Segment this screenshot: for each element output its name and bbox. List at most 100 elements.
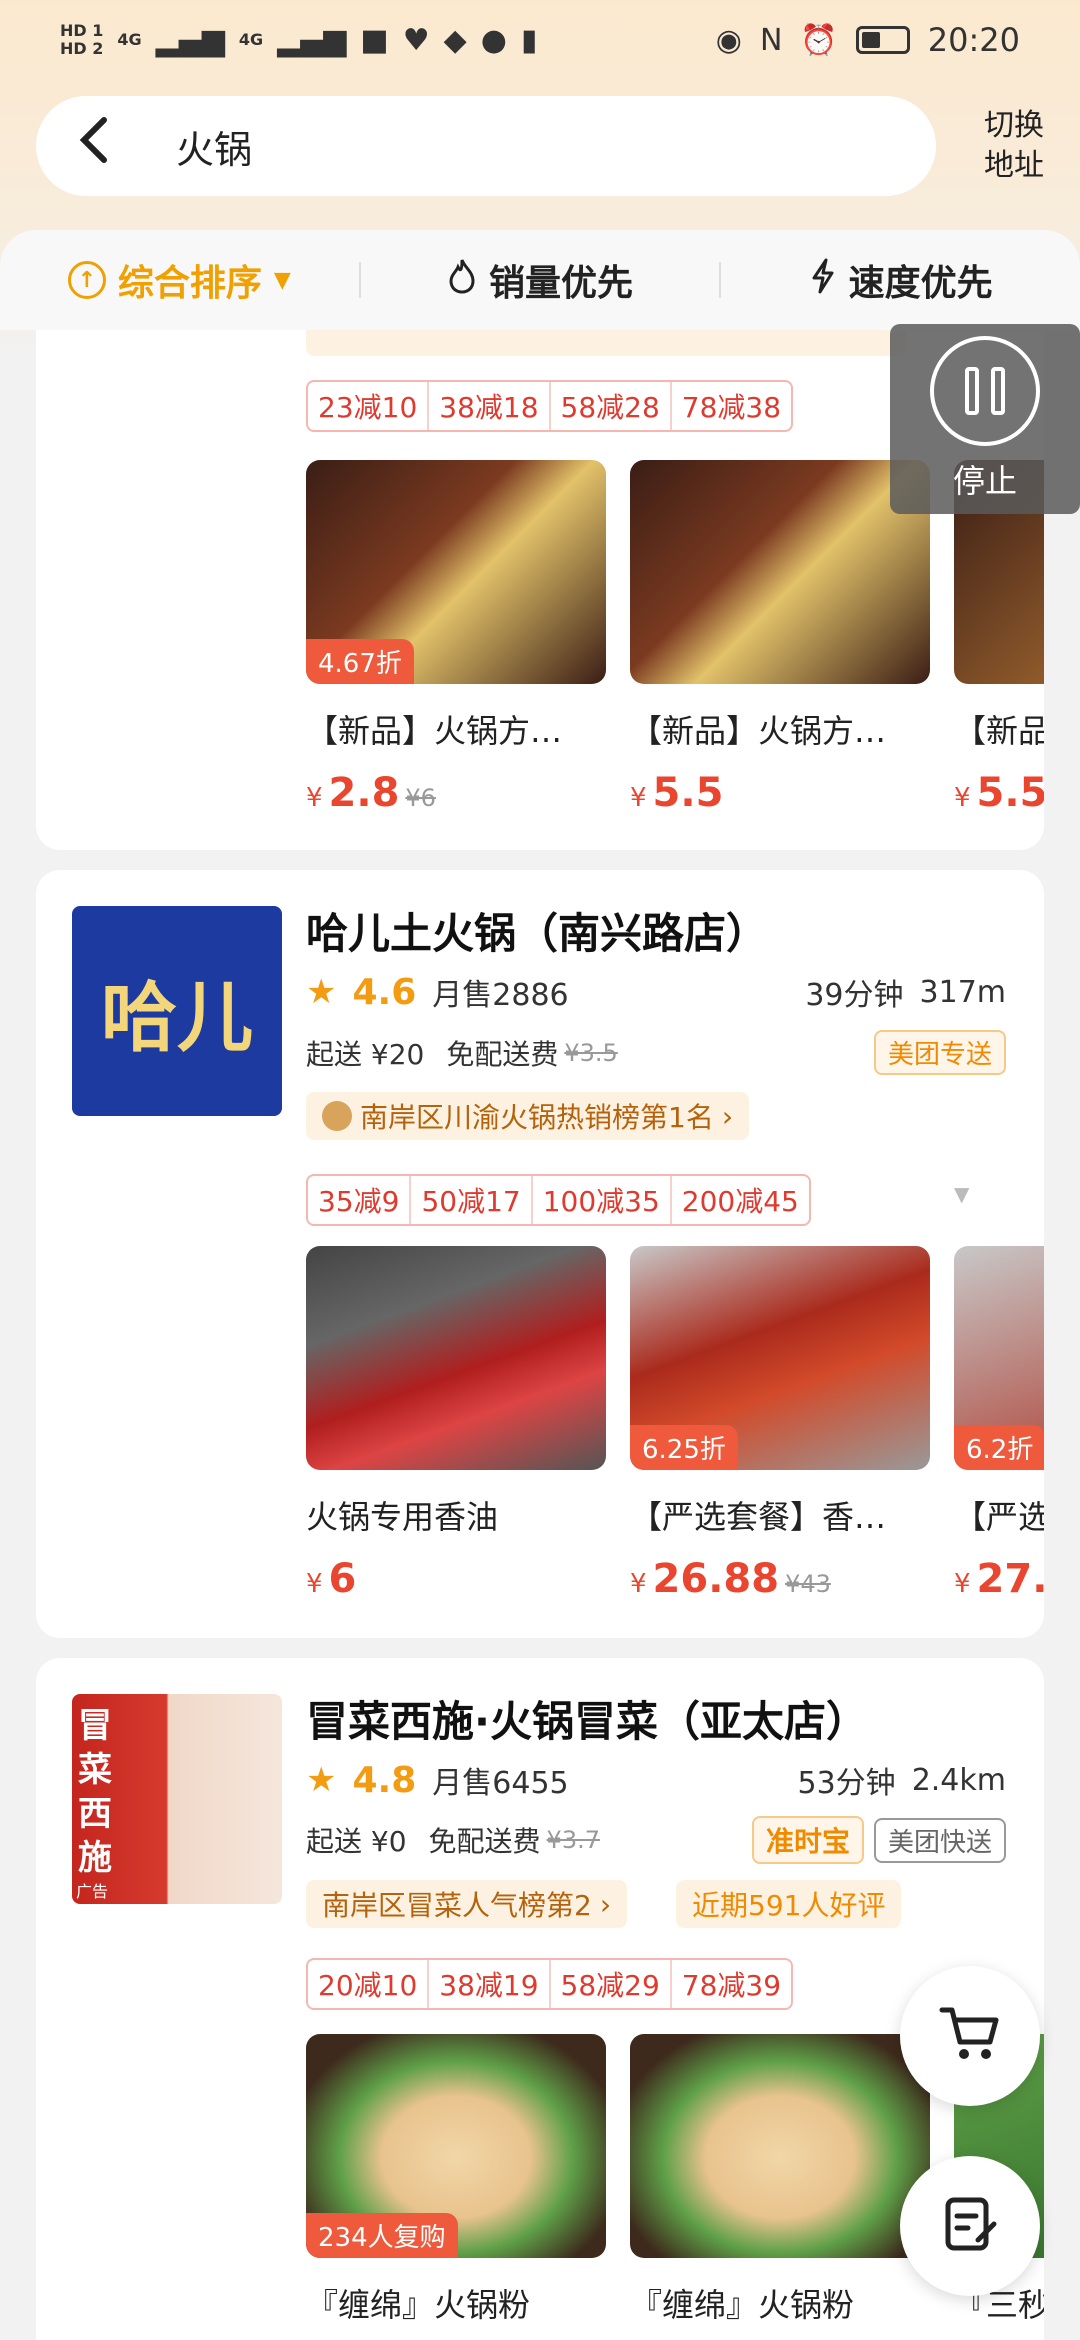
dish-image: 6.25折	[630, 1246, 930, 1470]
star-icon: ★	[306, 1760, 337, 1800]
dish-price: ¥2.8 ¥6	[306, 770, 436, 816]
dish-image: 6.2折	[954, 1246, 1044, 1470]
rank-tag[interactable]: 南岸区冒菜人气榜第2 ›	[306, 1880, 628, 1928]
fee-row: 起送 ¥0 免配送费 ¥3.7 准时宝 美团快送	[306, 1816, 1006, 1864]
store-card[interactable]: 哈儿 哈儿土火锅（南兴路店） ★ 4.6 月售2886 39分钟 317m 起送…	[36, 870, 1044, 1638]
discount-item: 50减17	[411, 1176, 533, 1224]
chevron-right-icon: ›	[599, 1887, 612, 1921]
sort-comprehensive-label: 综合排序	[117, 263, 262, 304]
nfc-icon: N	[759, 22, 783, 58]
sort-sales-label: 销量优先	[489, 263, 634, 304]
delivery-fee: 免配送费	[428, 1825, 541, 1858]
dish-image: 234人复购	[306, 2034, 606, 2258]
delivery-time: 53分钟	[797, 1766, 896, 1801]
star-icon: ★	[306, 972, 337, 1012]
delivery-badge: 美团专送	[873, 1030, 1006, 1075]
store-name: 冒菜西施·火锅冒菜（亚太店）	[306, 1697, 868, 1746]
search-query[interactable]: 火锅	[176, 119, 252, 174]
heart-icon: ♥	[402, 22, 430, 58]
discount-item: 200减45	[681, 1185, 799, 1218]
sort-sales[interactable]: 销量优先	[361, 254, 720, 306]
discount-item: 78减39	[681, 1969, 782, 2002]
dish-image	[306, 1246, 606, 1470]
ontime-badge: 准时宝	[751, 1816, 864, 1864]
dish-item[interactable]: 6.2折 【严选 ¥27.	[954, 1246, 1044, 1602]
cart-button[interactable]	[900, 1966, 1040, 2106]
discount-item: 23减10	[308, 382, 430, 430]
dish-price: ¥5.5	[954, 770, 1044, 816]
dish-price: ¥5.5	[630, 770, 724, 816]
review-text: 近期591人好评	[692, 1889, 886, 1922]
sort-speed[interactable]: 速度优先	[721, 254, 1080, 306]
store-logo-text: 冒菜西施	[78, 1706, 112, 1878]
dish-name: 火锅专用香油	[306, 1498, 499, 1536]
switch-address-button[interactable]: 切换地址	[972, 106, 1056, 186]
rating-row: ★ 4.6 月售2886 39分钟 317m	[306, 970, 1006, 1014]
fee-row: 起送 ¥20 免配送费 ¥3.5 美团专送	[306, 1030, 1006, 1075]
signal-icon: ▂▄▆	[155, 22, 225, 58]
store-card[interactable]: 冒菜西施 广告 冒菜西施·火锅冒菜（亚太店） ★ 4.8 月售6455 53分钟…	[36, 1658, 1044, 2340]
delivery-time: 39分钟	[805, 978, 904, 1013]
discount-tag: 4.67折	[306, 639, 414, 684]
dish-name: 【严选套餐】香…	[630, 1498, 887, 1536]
rank-tag-partial	[306, 330, 906, 356]
dish-item[interactable]: 火锅专用香油 ¥6	[306, 1246, 606, 1602]
eye-icon: ◉	[715, 22, 742, 58]
dish-item[interactable]: 【新品】火锅方… ¥5.5	[630, 460, 930, 816]
lightning-icon	[809, 258, 837, 303]
rank-tag[interactable]: 南岸区川渝火锅热销榜第1名 ›	[306, 1092, 750, 1140]
pause-icon	[930, 336, 1040, 446]
stop-recording-widget[interactable]: 停止	[890, 324, 1080, 514]
discount-item: 58减29	[551, 1960, 672, 2008]
alert-icon: ▮	[520, 22, 538, 58]
dish-price: ¥27.	[954, 1556, 1044, 1602]
monthly-sales: 月售6455	[432, 1766, 569, 1801]
store-name: 哈儿土火锅（南兴路店）	[306, 909, 769, 958]
edit-note-icon	[942, 2194, 998, 2258]
sim2-label: HD 2	[60, 39, 104, 58]
network-label: 4G	[117, 30, 142, 49]
dish-price: ¥6	[306, 1556, 357, 1602]
dish-item[interactable]: 234人复购 『缠绵』火锅粉	[306, 2034, 606, 2326]
dish-name: 【新品】火锅方…	[306, 712, 563, 750]
discount-tag: 6.25折	[630, 1425, 738, 1470]
ad-label: 广告	[76, 1882, 109, 1901]
distance: 317m	[919, 974, 1006, 1010]
repurchase-tag: 234人复购	[306, 2213, 458, 2258]
battery-icon	[855, 26, 910, 54]
shield-icon: ◆	[443, 22, 467, 58]
rating-value: 4.8	[352, 1759, 417, 1801]
rating-value: 4.6	[352, 971, 417, 1013]
store-logo-text: 哈儿	[101, 973, 253, 1062]
dish-name: 『缠绵』火锅粉	[630, 2286, 855, 2324]
back-arrow-icon[interactable]	[76, 116, 136, 177]
dish-name: 【新品	[954, 712, 1044, 750]
video-icon: ■	[360, 22, 389, 58]
store-logo: 冒菜西施 广告	[72, 1694, 282, 1904]
search-box[interactable]: 火锅	[36, 96, 936, 196]
chevron-right-icon: ›	[721, 1099, 734, 1133]
rank-text: 南岸区川渝火锅热销榜第1名	[360, 1101, 714, 1134]
dish-image	[630, 2034, 930, 2258]
min-order: 起送 ¥0	[306, 1825, 407, 1858]
dish-item[interactable]: 6.25折 【严选套餐】香… ¥26.88 ¥43	[630, 1246, 930, 1602]
monthly-sales: 月售2886	[432, 978, 569, 1013]
flame-icon	[447, 258, 477, 303]
dish-name: 『缠绵』火锅粉	[306, 2286, 531, 2324]
dish-image: 4.67折	[306, 460, 606, 684]
feedback-button[interactable]	[900, 2156, 1040, 2296]
up-arrow-circle-icon: ↑	[67, 261, 106, 299]
alarm-icon: ⏰	[800, 22, 838, 58]
rating-row: ★ 4.8 月售6455 53分钟 2.4km	[306, 1758, 1006, 1802]
medal-icon	[322, 1101, 352, 1131]
penguin-icon: ●	[480, 22, 507, 58]
sim1-label: HD 1	[60, 21, 104, 40]
expand-caret-icon[interactable]: ▼	[954, 1182, 969, 1206]
caret-down-icon: ▼	[273, 267, 291, 293]
status-bar: HD 1 HD 2 4G ▂▄▆ 4G ▂▄▆ ■ ♥ ◆ ● ▮ ◉ N ⏰ …	[0, 0, 1080, 80]
discount-list: 35减9 50减17 100减35 200减45	[306, 1174, 811, 1226]
dish-item[interactable]: 『缠绵』火锅粉	[630, 2034, 930, 2326]
dish-item[interactable]: 4.67折 【新品】火锅方… ¥2.8 ¥6	[306, 460, 606, 816]
sort-comprehensive[interactable]: ↑ 综合排序 ▼	[0, 254, 359, 306]
network-label-2: 4G	[238, 30, 264, 49]
